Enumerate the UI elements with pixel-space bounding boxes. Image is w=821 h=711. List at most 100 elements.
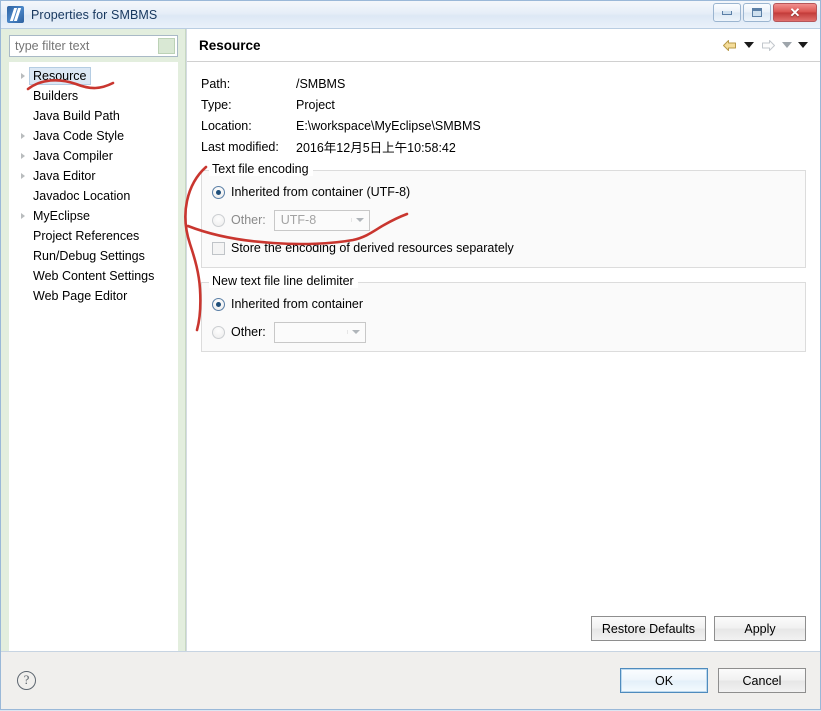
sidebar-item-web-content-settings[interactable]: Web Content Settings [10,266,177,286]
view-menu-chevron-down-icon[interactable] [796,35,810,55]
sidebar-item-javadoc-location[interactable]: Javadoc Location [10,186,177,206]
info-value: /SMBMS [296,76,346,91]
tree-item-label: Java Compiler [33,149,113,163]
info-row-last-modified: Last modified: 2016年12月5日上午10:58:42 [201,136,806,157]
expand-arrow-icon[interactable] [16,173,29,179]
dialog-action-buttons: OK Cancel [620,668,806,693]
maximize-button[interactable] [743,3,771,22]
back-history-chevron-down-icon[interactable] [742,35,756,55]
radio-inherited-encoding[interactable] [212,185,225,199]
radio-other-encoding[interactable] [212,213,225,227]
preference-tree[interactable]: Resource Builders Java Build Path Java C… [9,62,178,651]
sidebar-item-run-debug-settings[interactable]: Run/Debug Settings [10,246,177,266]
page-header: Resource [187,29,820,62]
tree-item-label: Web Content Settings [33,269,155,283]
back-arrow-icon[interactable] [720,35,740,55]
sidebar-item-java-build-path[interactable]: Java Build Path [10,106,177,126]
minimize-icon [722,10,732,15]
sidebar-item-myeclipse[interactable]: MyEclipse [10,206,177,226]
close-button[interactable]: ✕ [773,3,817,22]
dialog-body: Resource Builders Java Build Path Java C… [1,28,820,651]
chevron-down-glyph [744,42,754,48]
store-encoding-checkbox-row[interactable]: Store the encoding of derived resources … [212,238,795,258]
checkbox-store-encoding[interactable] [212,241,225,255]
tree-item-label: Builders [33,89,79,103]
tree-item-label: MyEclipse [33,209,90,223]
info-row-path: Path: /SMBMS [201,73,806,94]
close-icon: ✕ [789,5,801,20]
apply-button[interactable]: Apply [714,616,806,641]
sidebar-item-web-page-editor[interactable]: Web Page Editor [10,286,177,306]
tree-item-label: Javadoc Location [33,189,131,203]
chevron-down-glyph [798,42,808,48]
info-label: Path: [201,76,231,91]
expand-arrow-icon[interactable] [16,213,29,219]
properties-dialog-window: Properties for SMBMS ✕ Resource [0,0,821,710]
tree-item-label: Resource [29,67,91,85]
window-controls: ✕ [713,3,817,22]
info-value: E:\workspace\MyEclipse\SMBMS [296,118,481,133]
cancel-button[interactable]: Cancel [718,668,806,693]
restore-defaults-button[interactable]: Restore Defaults [590,616,706,641]
info-value: 2016年12月5日上午10:58:42 [296,141,456,155]
page-navigation-toolbar [720,35,810,55]
info-label: Type: [201,97,232,112]
chevron-down-icon[interactable] [346,330,365,334]
maximize-icon [752,8,762,17]
forward-arrow-glyph [762,39,775,51]
radio-label: Inherited from container (UTF-8) [231,185,411,199]
expand-arrow-icon[interactable] [16,73,29,79]
group-title: New text file line delimiter [209,274,358,288]
tree-item-label: Java Code Style [33,129,125,143]
expand-arrow-icon[interactable] [16,133,29,139]
info-row-location: Location: E:\workspace\MyEclipse\SMBMS [201,115,806,136]
sidebar-item-java-compiler[interactable]: Java Compiler [10,146,177,166]
tree-item-label: Java Build Path [33,109,120,123]
clear-filter-icon[interactable] [158,38,175,54]
search-input[interactable] [9,35,178,57]
dialog-footer: ? OK Cancel [1,651,820,709]
help-question-icon[interactable]: ? [17,671,36,690]
preference-page-panel: Resource Path: /SMBMS Type: Project Loca… [186,29,820,651]
page-title: Resource [199,37,261,53]
radio-label: Other: [231,325,266,339]
forward-arrow-icon[interactable] [758,35,778,55]
forward-history-chevron-down-icon[interactable] [780,35,794,55]
delimiter-other-radio-row[interactable]: Other: [212,321,795,343]
preference-tree-panel: Resource Builders Java Build Path Java C… [1,29,186,651]
minimize-button[interactable] [713,3,741,22]
info-label: Location: [201,118,252,133]
text-file-encoding-group: Text file encoding Inherited from contai… [201,162,806,268]
radio-inherited-delimiter[interactable] [212,297,225,311]
sidebar-item-java-code-style[interactable]: Java Code Style [10,126,177,146]
radio-label: Other: [231,213,266,227]
encoding-inherited-radio-row[interactable]: Inherited from container (UTF-8) [212,182,795,202]
sidebar-item-resource[interactable]: Resource [10,66,177,86]
group-title: Text file encoding [209,162,313,176]
sidebar-item-builders[interactable]: Builders [10,86,177,106]
expand-arrow-icon[interactable] [16,153,29,159]
encoding-combo-value: UTF-8 [280,213,317,227]
sidebar-item-java-editor[interactable]: Java Editor [10,166,177,186]
tree-item-label: Java Editor [33,169,96,183]
back-arrow-glyph [723,39,736,51]
delimiter-inherited-radio-row[interactable]: Inherited from container [212,294,795,314]
filter-field-wrapper [9,35,178,57]
encoding-combo[interactable]: UTF-8 [273,209,370,231]
tree-item-label: Web Page Editor [33,289,128,303]
radio-label: Inherited from container [231,297,364,311]
chevron-down-glyph [782,42,792,48]
delimiter-combo[interactable] [273,321,366,343]
ok-button[interactable]: OK [620,668,708,693]
page-action-buttons: Restore Defaults Apply [590,616,806,641]
radio-other-delimiter[interactable] [212,325,225,339]
info-value: Project [296,97,335,112]
checkbox-label: Store the encoding of derived resources … [231,241,514,255]
eclipse-properties-icon [7,6,24,23]
encoding-other-radio-row[interactable]: Other: UTF-8 [212,209,795,231]
title-bar: Properties for SMBMS ✕ [1,1,820,28]
tree-item-label: Project References [33,229,140,243]
chevron-down-icon[interactable] [350,218,369,222]
sidebar-item-project-references[interactable]: Project References [10,226,177,246]
line-delimiter-group: New text file line delimiter Inherited f… [201,274,806,352]
